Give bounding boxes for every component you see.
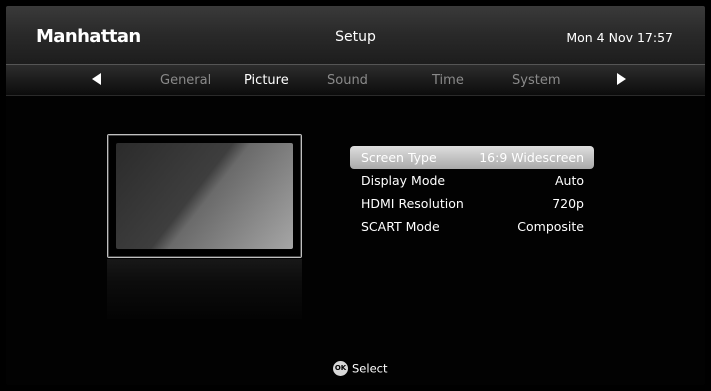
tab-picture[interactable]: Picture: [244, 73, 289, 88]
tab-bar: General Picture Sound Time System: [6, 64, 705, 96]
screen-preview-reflection: [107, 259, 302, 319]
arrow-left-icon[interactable]: [92, 73, 101, 85]
ok-button-icon: OK: [333, 361, 348, 376]
tab-system[interactable]: System: [512, 73, 560, 88]
screen-preview-image: [116, 143, 293, 249]
setting-hdmi-resolution[interactable]: HDMI Resolution 720p: [350, 192, 594, 215]
setting-display-mode[interactable]: Display Mode Auto: [350, 169, 594, 192]
screen-preview: [107, 134, 302, 258]
tab-general[interactable]: General: [160, 73, 211, 88]
setting-value: Auto: [554, 173, 584, 188]
setting-label: Display Mode: [361, 173, 446, 188]
setup-screen: Manhattan Setup Mon 4 Nov 17:57 General …: [6, 6, 705, 385]
arrow-right-icon[interactable]: [617, 73, 626, 85]
setting-value: 720p: [552, 196, 584, 211]
setting-scart-mode[interactable]: SCART Mode Composite: [350, 215, 594, 238]
setting-label: HDMI Resolution: [361, 196, 464, 211]
settings-list: Screen Type 16:9 Widescreen Display Mode…: [350, 146, 594, 238]
setting-value: 16:9 Widescreen: [479, 150, 584, 165]
header-bar: Manhattan Setup Mon 4 Nov 17:57: [6, 6, 705, 66]
select-hint: Select: [352, 361, 388, 376]
setting-screen-type[interactable]: Screen Type 16:9 Widescreen: [350, 146, 594, 169]
setting-value: Composite: [517, 219, 584, 234]
footer-hint: OK Select: [333, 361, 387, 376]
clock: Mon 4 Nov 17:57: [566, 30, 673, 45]
tab-sound[interactable]: Sound: [327, 73, 368, 88]
setting-label: Screen Type: [361, 150, 437, 165]
tab-time[interactable]: Time: [432, 73, 464, 88]
setting-label: SCART Mode: [361, 219, 440, 234]
